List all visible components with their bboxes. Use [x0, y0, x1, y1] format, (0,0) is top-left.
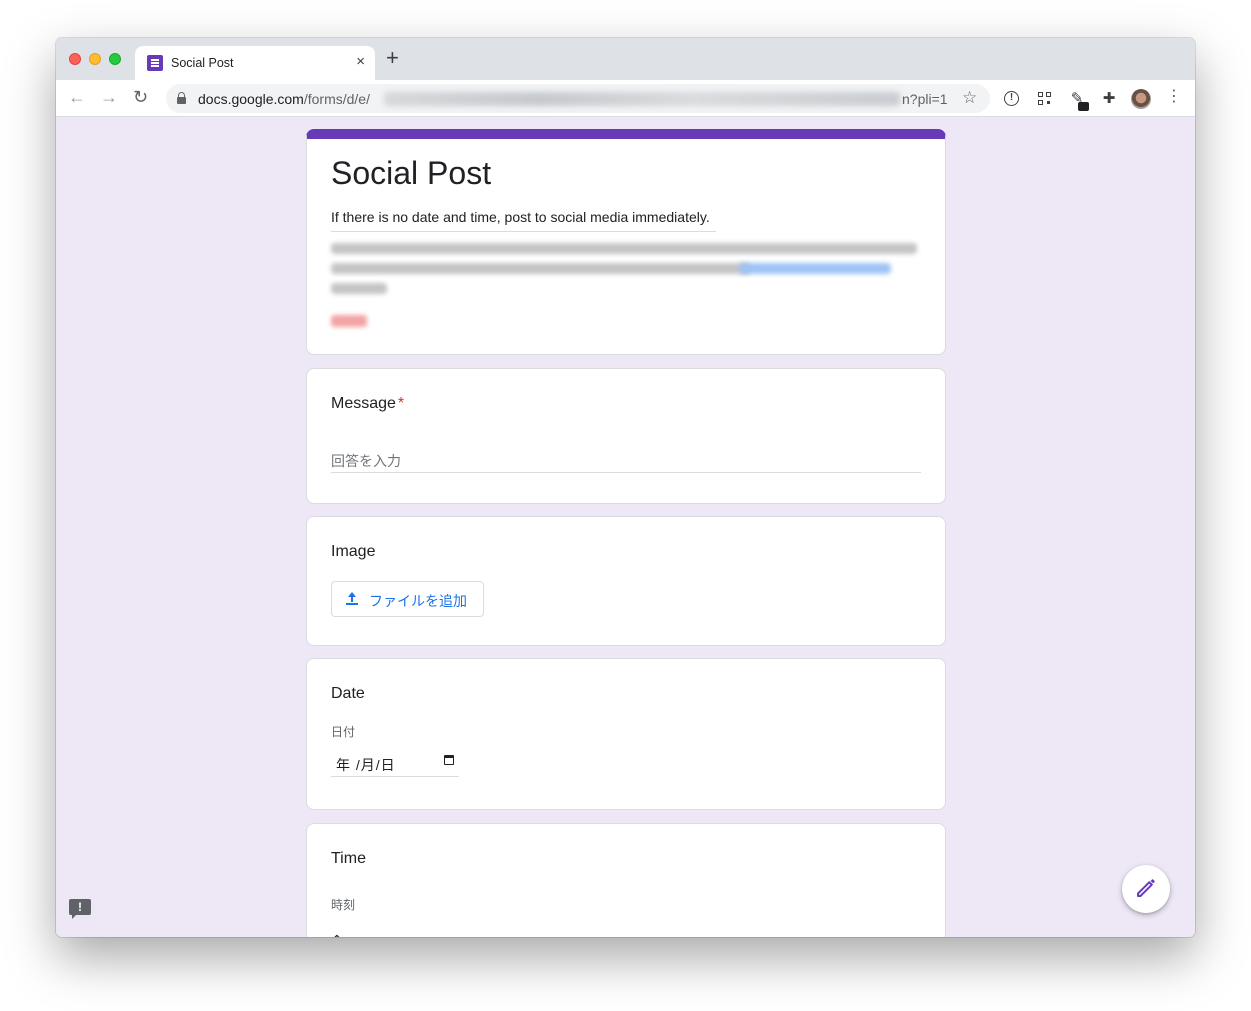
forward-icon[interactable]: → [100, 88, 118, 106]
browser-toolbar: ← → ↻ docs.google.com/forms/d/e/ n?pli=1… [56, 80, 1195, 117]
puzzle-extension-icon[interactable]: ✚ [1100, 90, 1118, 108]
back-icon[interactable]: ← [68, 88, 86, 106]
new-tab-button[interactable]: + [386, 47, 399, 69]
reload-icon[interactable]: ↻ [133, 88, 148, 106]
feedback-icon[interactable]: ! [69, 899, 91, 919]
redacted-text [331, 263, 751, 274]
star-icon[interactable]: ☆ [962, 88, 977, 108]
date-input[interactable]: 年 /月/日 [331, 751, 459, 777]
info-extension-icon[interactable]: ! [1003, 90, 1021, 108]
date-sub-label: 日付 [331, 725, 356, 739]
url-redacted [384, 92, 900, 106]
question-time-card: Time 時刻 ⌃ [306, 823, 946, 937]
minimize-window-button[interactable] [89, 53, 101, 65]
redacted-link[interactable] [739, 263, 891, 274]
close-window-button[interactable] [69, 53, 81, 65]
time-input[interactable]: ⌃ [331, 932, 343, 937]
question-title: Date [331, 685, 365, 702]
url-host: docs.google.com [198, 91, 304, 107]
form-description: If there is no date and time, post to so… [331, 209, 710, 225]
url-text: docs.google.com/forms/d/e/ [198, 91, 370, 107]
calendar-icon[interactable] [444, 755, 454, 765]
maximize-window-button[interactable] [109, 53, 121, 65]
forms-favicon-icon [147, 55, 163, 71]
question-label: Message [331, 395, 396, 412]
form-header-card: Social Post If there is no date and time… [306, 129, 946, 355]
question-title: Message * [331, 395, 404, 413]
address-bar[interactable]: docs.google.com/forms/d/e/ n?pli=1 ☆ [166, 84, 990, 113]
tab-close-icon[interactable]: × [356, 53, 365, 70]
redacted-text [331, 243, 917, 254]
tab-title: Social Post [171, 56, 234, 70]
upload-icon [345, 592, 359, 606]
browser-window: Social Post × + ← → ↻ docs.google.com/fo… [56, 38, 1195, 937]
edit-form-button[interactable] [1122, 865, 1170, 913]
time-sub-label: 時刻 [331, 898, 356, 912]
required-asterisk: * [397, 395, 405, 412]
url-query: n?pli=1 [902, 91, 948, 107]
question-image-card: Image ファイルを追加 [306, 516, 946, 646]
question-title: Time [331, 850, 366, 867]
browser-tab[interactable]: Social Post × [135, 46, 375, 80]
menu-icon[interactable]: ⋮ [1166, 89, 1182, 105]
lock-icon[interactable] [177, 92, 186, 104]
question-title: Image [331, 543, 376, 560]
page-content: Social Post If there is no date and time… [56, 117, 1195, 937]
edit-pencil-icon [1137, 879, 1155, 897]
redacted-text [331, 283, 387, 294]
title-bar: Social Post × + [56, 38, 1195, 80]
add-file-button[interactable]: ファイルを追加 [331, 581, 484, 617]
question-date-card: Date 日付 年 /月/日 [306, 658, 946, 810]
avatar[interactable] [1131, 89, 1151, 109]
extension-badge [1078, 102, 1089, 111]
qr-extension-icon[interactable] [1036, 90, 1054, 108]
form-title: Social Post [331, 155, 492, 191]
add-file-label: ファイルを追加 [369, 593, 467, 609]
url-path: /forms/d/e/ [303, 91, 370, 107]
description-divider [331, 231, 716, 232]
redacted-required-note [331, 315, 367, 327]
question-message-card: Message * 回答を入力 [306, 368, 946, 504]
date-value: 年 /月/日 [336, 757, 396, 773]
message-input[interactable]: 回答を入力 [331, 447, 921, 473]
